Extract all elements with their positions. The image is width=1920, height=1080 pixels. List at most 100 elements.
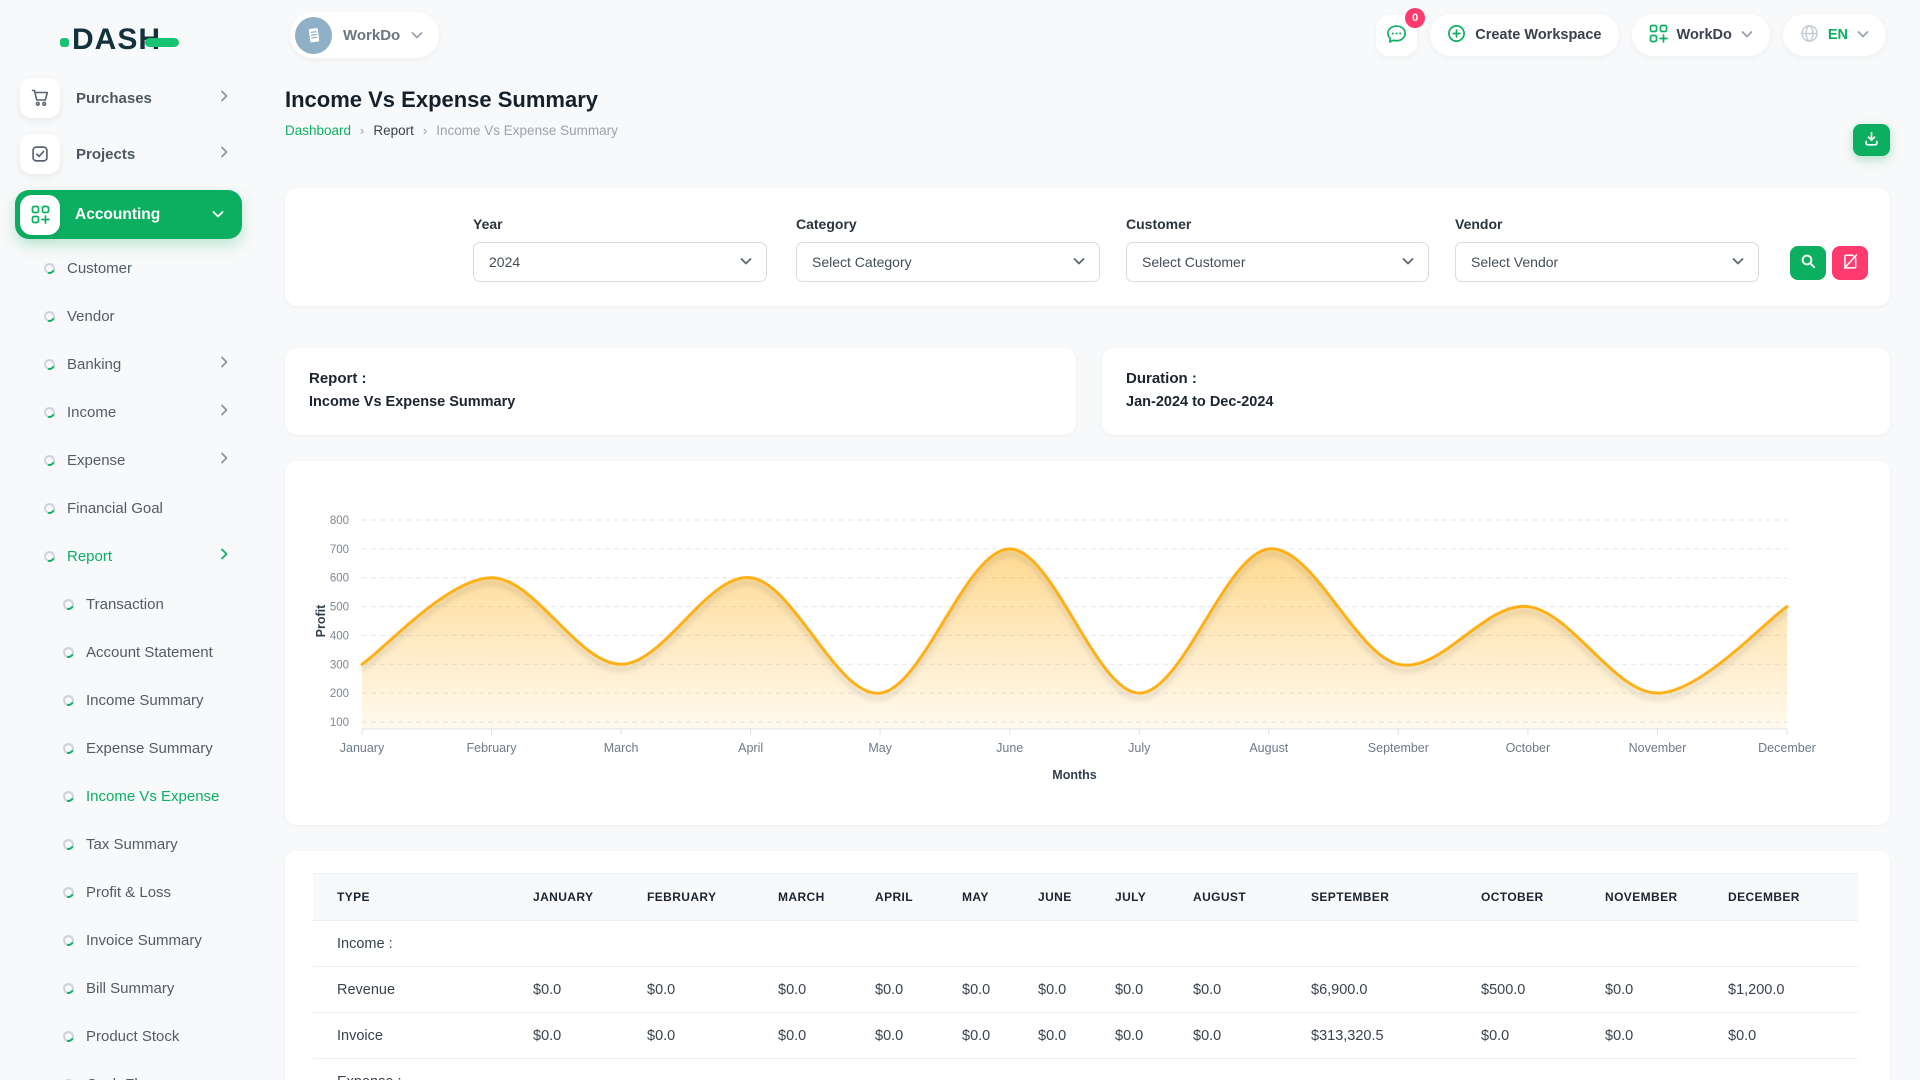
section-label: Income :: [313, 921, 1858, 967]
bullet-icon: [61, 789, 76, 804]
svg-text:500: 500: [330, 602, 349, 614]
table-cell: $0.0: [509, 1013, 623, 1059]
sidebar-item-customer[interactable]: Customer: [0, 244, 257, 292]
sidebar-item-label: Accounting: [75, 206, 160, 224]
table-cell: $313,320.5: [1287, 1013, 1457, 1059]
bullet-icon: [61, 741, 76, 756]
table-cell: $0.0: [938, 967, 1014, 1013]
sidebar-item-cash-flow[interactable]: Cash Flow: [0, 1060, 257, 1080]
sidebar-item-vendor[interactable]: Vendor: [0, 292, 257, 340]
year-select[interactable]: 2024: [473, 242, 767, 282]
report-table-card: TYPEJANUARYFEBRUARYMARCHAPRILMAYJUNEJULY…: [285, 851, 1890, 1080]
chevron-right-icon: [220, 547, 229, 565]
grid-plus-icon: [1649, 24, 1668, 47]
summary-card-label: Duration :: [1126, 370, 1866, 387]
sidebar-item-label: Cash Flow: [86, 1076, 157, 1080]
table-cell: $0.0: [623, 1013, 754, 1059]
sidebar-item-projects[interactable]: Projects: [20, 134, 257, 174]
row-type-label: Revenue: [313, 967, 509, 1013]
svg-text:March: March: [604, 741, 639, 755]
reset-button[interactable]: [1832, 246, 1868, 280]
sidebar-item-banking[interactable]: Banking: [0, 340, 257, 388]
table-cell: $0.0: [1169, 1013, 1287, 1059]
bullet-icon: [61, 981, 76, 996]
sidebar-item-product-stock[interactable]: Product Stock: [0, 1012, 257, 1060]
chart-card: 800700600500400300200100JanuaryFebruaryM…: [285, 461, 1890, 825]
svg-text:April: April: [738, 741, 763, 755]
table-cell: $0.0: [938, 1013, 1014, 1059]
select-value: Select Customer: [1142, 254, 1245, 270]
category-select[interactable]: Select Category: [796, 242, 1100, 282]
profit-area-chart[interactable]: 800700600500400300200100JanuaryFebruaryM…: [285, 461, 1890, 825]
sidebar-item-income-vs-expense[interactable]: Income Vs Expense: [0, 772, 257, 820]
sidebar-item-profit-loss[interactable]: Profit & Loss: [0, 868, 257, 916]
sidebar-item-report[interactable]: Report: [0, 532, 257, 580]
summary-card-label: Report :: [309, 370, 1052, 387]
download-report-button[interactable]: [1853, 124, 1890, 156]
sidebar-item-purchases[interactable]: Purchases: [20, 78, 257, 118]
svg-text:Months: Months: [1052, 768, 1096, 782]
sidebar-item-account-statement[interactable]: Account Statement: [0, 628, 257, 676]
create-workspace-label: Create Workspace: [1475, 27, 1601, 43]
filter-actions: [1790, 246, 1868, 282]
search-button[interactable]: [1790, 246, 1826, 280]
bullet-icon: [61, 597, 76, 612]
customer-select[interactable]: Select Customer: [1126, 242, 1429, 282]
table-row-invoice: Invoice$0.0$0.0$0.0$0.0$0.0$0.0$0.0$0.0$…: [313, 1013, 1858, 1059]
chevron-down-icon: [1073, 253, 1085, 271]
sidebar-item-label: Customer: [67, 260, 132, 277]
sidebar-item-expense[interactable]: Expense: [0, 436, 257, 484]
sidebar-item-label: Transaction: [86, 596, 164, 613]
table-cell: $0.0: [509, 967, 623, 1013]
top-bar-actions: 0 Create Workspace WorkDo EN: [1376, 14, 1886, 56]
svg-text:600: 600: [330, 573, 349, 585]
chevron-right-icon: ›: [423, 120, 427, 142]
sidebar-item-accounting[interactable]: Accounting: [15, 190, 242, 239]
top-bar: WorkDo 0 Create Workspace WorkDo EN: [257, 0, 1920, 70]
messages-button[interactable]: 0: [1376, 15, 1417, 56]
sidebar-item-bill-summary[interactable]: Bill Summary: [0, 964, 257, 1012]
filter-field-customer: CustomerSelect Customer: [1126, 216, 1429, 282]
svg-text:October: October: [1506, 741, 1550, 755]
create-workspace-button[interactable]: Create Workspace: [1430, 14, 1618, 56]
filter-label: Category: [796, 216, 1100, 232]
workspace-menu-label: WorkDo: [1677, 27, 1732, 43]
globe-icon: [1800, 24, 1819, 47]
svg-text:September: September: [1368, 741, 1429, 755]
bullet-icon: [61, 933, 76, 948]
sidebar-item-income[interactable]: Income: [0, 388, 257, 436]
sidebar-item-income-summary[interactable]: Income Summary: [0, 676, 257, 724]
column-header-july: JULY: [1091, 874, 1169, 921]
sidebar-item-label: Projects: [76, 146, 135, 163]
svg-text:May: May: [868, 741, 892, 755]
sidebar-item-financial-goal[interactable]: Financial Goal: [0, 484, 257, 532]
brand-logo[interactable]: DASH: [60, 22, 257, 58]
sidebar-nav: Purchases Projects Accounting Customer Vendo…: [0, 78, 257, 1080]
sidebar-item-label: Bill Summary: [86, 980, 174, 997]
column-header-february: FEBRUARY: [623, 874, 754, 921]
workspace-menu-button[interactable]: WorkDo: [1632, 14, 1770, 56]
workspace-switcher[interactable]: WorkDo: [290, 12, 439, 58]
sidebar-item-label: Account Statement: [86, 644, 213, 661]
sidebar-item-transaction[interactable]: Transaction: [0, 580, 257, 628]
check-square-icon: [20, 134, 60, 174]
plus-circle-icon: [1447, 24, 1466, 47]
sidebar-item-label: Invoice Summary: [86, 932, 202, 949]
language-button[interactable]: EN: [1783, 14, 1886, 56]
breadcrumb-report[interactable]: Report: [373, 120, 414, 142]
bullet-icon: [42, 453, 57, 468]
svg-text:300: 300: [330, 659, 349, 671]
column-header-april: APRIL: [851, 874, 938, 921]
sidebar-item-tax-summary[interactable]: Tax Summary: [0, 820, 257, 868]
breadcrumb-dashboard[interactable]: Dashboard: [285, 120, 351, 142]
sidebar-item-label: Income Summary: [86, 692, 204, 709]
sidebar-item-label: Vendor: [67, 308, 115, 325]
summary-card-duration: Duration :Jan-2024 to Dec-2024: [1102, 348, 1890, 435]
column-header-june: JUNE: [1014, 874, 1091, 921]
table-cell: $0.0: [1014, 967, 1091, 1013]
sidebar-item-expense-summary[interactable]: Expense Summary: [0, 724, 257, 772]
vendor-select[interactable]: Select Vendor: [1455, 242, 1759, 282]
sidebar-item-invoice-summary[interactable]: Invoice Summary: [0, 916, 257, 964]
svg-text:November: November: [1629, 741, 1687, 755]
select-value: 2024: [489, 254, 520, 270]
